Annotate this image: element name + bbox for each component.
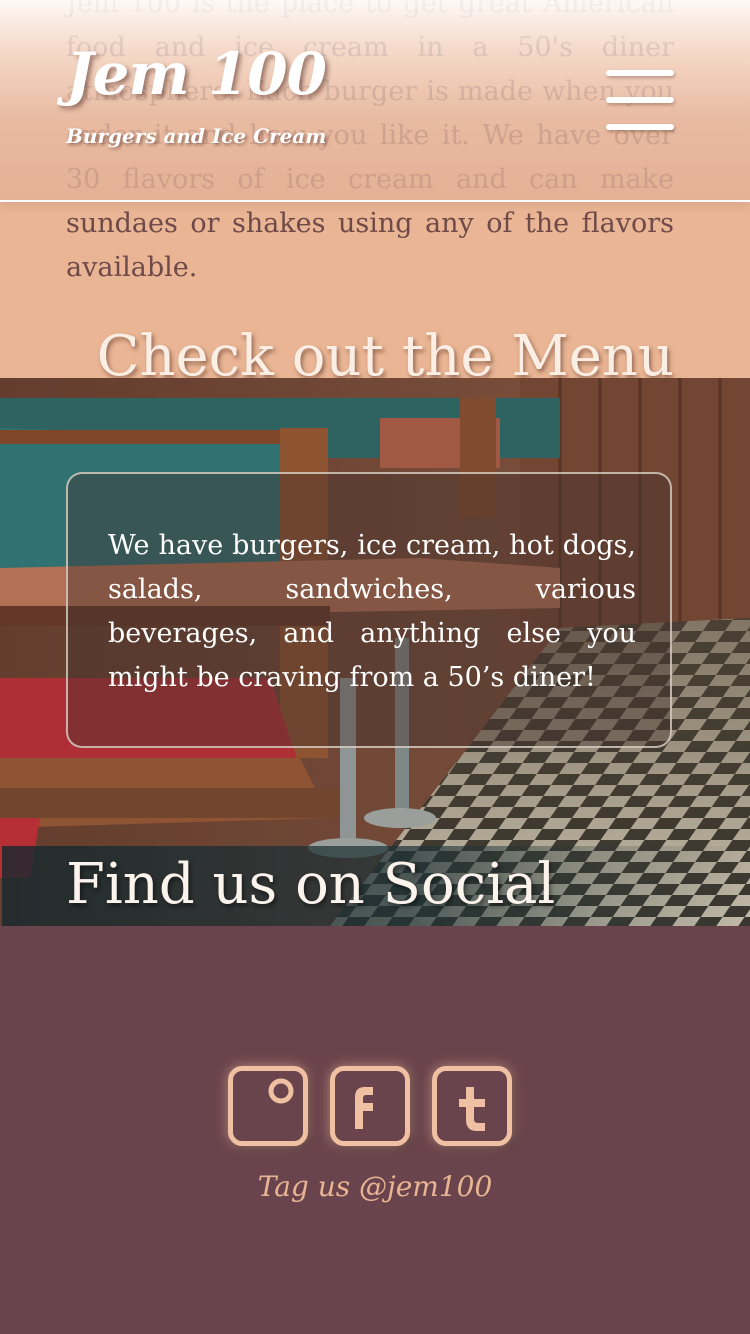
footer: Tag us @jem100 — [0, 926, 750, 1334]
site-subtitle: Burgers and Ice Cream — [66, 124, 327, 148]
hamburger-menu-icon[interactable] — [606, 70, 674, 132]
tag-us-text: Tag us @jem100 — [257, 1170, 493, 1203]
site-header: Jem 100 Burgers and Ice Cream — [0, 0, 750, 202]
site-title[interactable]: Jem 100 — [66, 40, 327, 108]
social-icons — [228, 1066, 518, 1146]
menu-heading: Check out the Menu — [96, 324, 674, 378]
facebook-icon[interactable] — [330, 1066, 410, 1146]
menu-section: We have burgers, ice cream, hot dogs, sa… — [0, 378, 750, 926]
menu-description-card: We have burgers, ice cream, hot dogs, sa… — [66, 472, 672, 748]
social-heading-band: Find us on Social — [2, 846, 750, 926]
menu-description: We have burgers, ice cream, hot dogs, sa… — [108, 530, 636, 693]
social-heading: Find us on Social — [66, 852, 556, 917]
tumblr-icon[interactable] — [432, 1066, 512, 1146]
instagram-icon[interactable] — [228, 1066, 308, 1146]
